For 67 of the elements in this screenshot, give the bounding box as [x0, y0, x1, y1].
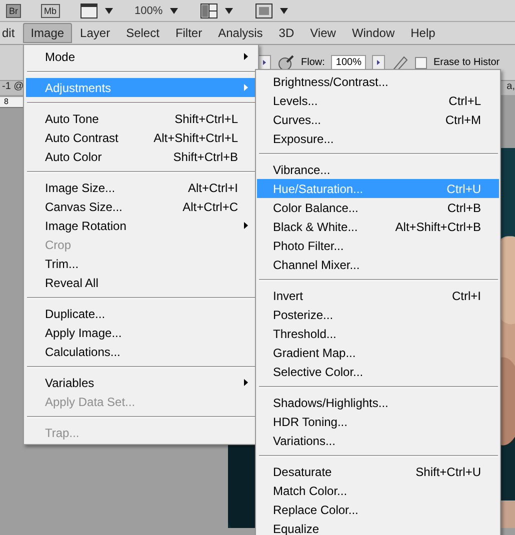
menu-item[interactable]: Match Color...: [257, 481, 499, 500]
flow-field[interactable]: 100%: [330, 55, 366, 70]
menu-title[interactable]: Analysis: [210, 23, 271, 43]
menu-title[interactable]: 3D: [270, 23, 302, 43]
submenu-arrow-icon: [244, 222, 248, 229]
menu-item[interactable]: Invert Ctrl+I: [257, 286, 499, 305]
menu-item[interactable]: Channel Mixer...: [257, 255, 499, 274]
submenu-arrow-icon: [244, 53, 248, 60]
dropdown-caret-icon: [224, 8, 233, 14]
screen-mode-icon[interactable]: [254, 2, 273, 18]
menu-item[interactable]: Gradient Map...: [257, 343, 499, 362]
menu-item[interactable]: Selective Color...: [257, 362, 499, 381]
menu-item[interactable]: Levels... Ctrl+L: [257, 91, 499, 110]
menu-title[interactable]: dit: [0, 23, 23, 43]
menu-item[interactable]: Equalize: [257, 519, 499, 535]
triangle-icon: [377, 60, 380, 65]
document-tab[interactable]: a,: [506, 81, 515, 95]
menu-item[interactable]: Black & White... Alt+Shift+Ctrl+B: [257, 217, 499, 236]
menu-title[interactable]: Image: [22, 23, 72, 43]
menu-item[interactable]: Mode: [26, 47, 256, 66]
mini-bridge-button[interactable]: Mb: [41, 4, 60, 18]
document-tab[interactable]: -1 @: [2, 81, 24, 95]
menu-title[interactable]: Layer: [72, 23, 118, 43]
menu-item[interactable]: Variables: [26, 373, 256, 392]
submenu-arrow-icon: [244, 379, 248, 386]
menu-title[interactable]: Window: [344, 23, 403, 43]
menu-item[interactable]: Image Size... Alt+Ctrl+I: [26, 178, 256, 197]
airbrush-icon[interactable]: [277, 54, 295, 70]
menu-item[interactable]: Auto Tone Shift+Ctrl+L: [26, 109, 256, 128]
menu-item[interactable]: Replace Color...: [257, 500, 499, 519]
menu-item[interactable]: Canvas Size... Alt+Ctrl+C: [26, 197, 256, 216]
menu-item[interactable]: Posterize...: [257, 305, 499, 324]
menu-item[interactable]: Variations...: [257, 431, 499, 450]
menu-item[interactable]: Apply Image...: [26, 323, 256, 342]
menu-item[interactable]: Photo Filter...: [257, 236, 499, 255]
menu-item[interactable]: Shadows/Highlights...: [257, 393, 499, 412]
triangle-icon: [263, 60, 266, 65]
menu-item[interactable]: Threshold...: [257, 324, 499, 343]
flow-label: Flow:: [301, 57, 325, 68]
dropdown-caret-icon: [280, 8, 288, 14]
menu-title[interactable]: Help: [402, 23, 444, 43]
dropdown-caret-icon: [170, 8, 178, 14]
menu-item[interactable]: Image Rotation: [26, 216, 256, 235]
menu-item[interactable]: Duplicate...: [26, 304, 256, 323]
menu-item[interactable]: Color Balance... Ctrl+B: [257, 198, 499, 217]
submenu-arrow-icon: [244, 84, 248, 91]
bridge-button[interactable]: Br: [6, 4, 21, 18]
menu-item[interactable]: Exposure...: [257, 129, 499, 148]
menu-title[interactable]: View: [302, 23, 344, 43]
menu-item[interactable]: Trim...: [26, 254, 256, 273]
arrange-layout-icon[interactable]: [200, 2, 218, 18]
menu-item[interactable]: Curves... Ctrl+M: [257, 110, 499, 129]
flyout-button[interactable]: [372, 54, 386, 70]
menu-title[interactable]: Select: [118, 23, 168, 43]
menu-item[interactable]: HDR Toning...: [257, 412, 499, 431]
menu-item[interactable]: Vibrance...: [257, 160, 499, 179]
erase-to-history-label: Erase to Histor: [433, 57, 500, 68]
menu-item[interactable]: Reveal All: [26, 273, 256, 292]
menu-item[interactable]: Desaturate Shift+Ctrl+U: [257, 462, 499, 481]
menu-item[interactable]: Brightness/Contrast...: [257, 72, 499, 91]
menu-title[interactable]: Filter: [167, 23, 210, 43]
menu-item[interactable]: Auto Contrast Alt+Shift+Ctrl+L: [26, 128, 256, 147]
dropdown-caret-icon: [104, 8, 113, 14]
zoom-level[interactable]: 100%: [134, 4, 163, 16]
menu-item[interactable]: Auto Color Shift+Ctrl+B: [26, 147, 256, 166]
menu-item[interactable]: Calculations...: [26, 342, 256, 361]
checkbox[interactable]: [415, 56, 428, 68]
